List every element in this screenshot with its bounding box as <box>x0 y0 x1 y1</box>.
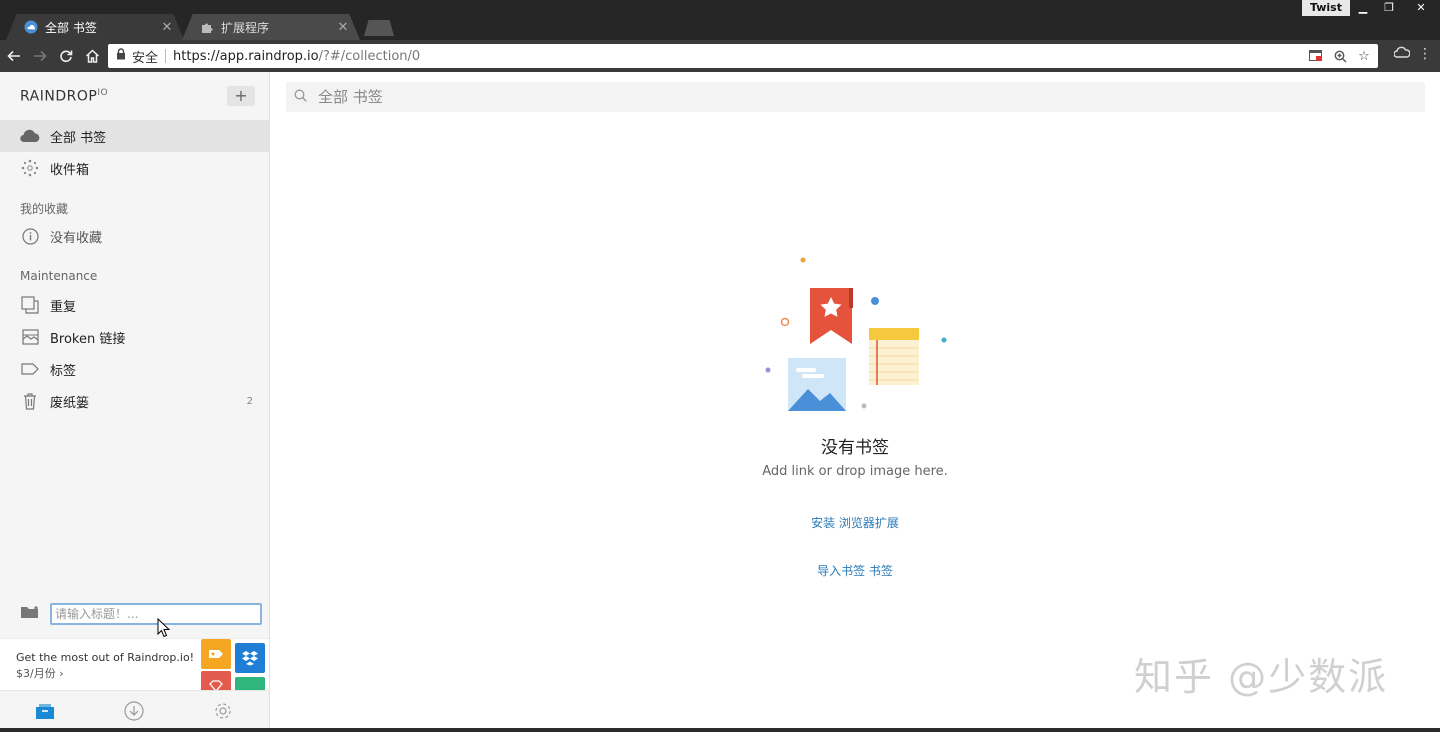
green-feature-icon <box>235 677 265 691</box>
url-host: https://app.raindrop.io <box>173 48 319 64</box>
minimize-icon[interactable]: ▁ <box>1350 0 1376 16</box>
brand-suffix: IO <box>97 88 109 98</box>
maintenance-heading: Maintenance <box>20 269 98 283</box>
address-bar[interactable]: 安全 https://app.raindrop.io/?#/collection… <box>108 44 1378 68</box>
star-icon[interactable]: ☆ <box>1356 47 1372 65</box>
promo-feature-tiles <box>200 639 266 691</box>
info-icon <box>20 226 40 246</box>
tab-all-bookmarks[interactable]: 全部 书签 ✕ <box>6 14 184 40</box>
close-icon[interactable]: ✕ <box>336 20 350 35</box>
puzzle-icon <box>200 20 214 34</box>
sidebar-item-duplicates[interactable]: 重复 <box>0 289 269 321</box>
empty-state-subtitle: Add link or drop image here. <box>762 464 948 479</box>
add-collection-button[interactable]: + <box>227 86 255 106</box>
brand-logo: RAINDROPIO <box>20 88 108 105</box>
folder-add-icon <box>20 605 40 623</box>
tag-icon <box>20 359 40 379</box>
sidebar-item-tags[interactable]: 标签 <box>0 353 269 385</box>
blocked-popup-icon[interactable] <box>1308 47 1324 65</box>
search-icon <box>294 89 310 106</box>
collections-icon[interactable] <box>33 699 57 723</box>
sidebar-item-label: 收件箱 <box>50 162 90 178</box>
import-bookmarks-link[interactable]: 导入书签 书签 <box>705 562 1005 579</box>
back-icon[interactable] <box>2 44 26 68</box>
sidebar-item-inbox[interactable]: 收件箱 <box>0 152 269 184</box>
search-bar[interactable] <box>286 82 1425 112</box>
broken-image-icon <box>20 327 40 347</box>
promo-price-link[interactable]: $3/月份 › <box>16 665 64 681</box>
maximize-icon[interactable]: ❐ <box>1376 0 1402 16</box>
zoom-icon[interactable] <box>1332 47 1348 65</box>
profile-button[interactable]: Twist <box>1301 0 1350 16</box>
trash-count: 2 <box>246 395 253 407</box>
lock-icon[interactable] <box>116 48 130 64</box>
trash-icon <box>20 391 40 411</box>
window-bottom-edge <box>0 728 1440 732</box>
sidebar-item-broken-links[interactable]: Broken 链接 <box>0 321 269 353</box>
raindrop-cloud-icon <box>24 20 38 34</box>
favorites-heading: 我的收藏 <box>20 202 69 216</box>
omnibox-actions: ☆ <box>1308 47 1372 65</box>
cloud-icon <box>20 126 40 146</box>
search-input[interactable] <box>318 88 1218 106</box>
download-icon[interactable] <box>122 699 146 723</box>
empty-state-title: 没有书签 <box>821 438 889 458</box>
install-extension-link[interactable]: 安装 浏览器扩展 <box>705 514 1005 531</box>
sidebar-item-trash[interactable]: 废纸篓 2 <box>0 385 269 417</box>
tab-title: 全部 书签 <box>45 20 97 35</box>
sidebar: RAINDROPIO + 全部 书签 收件箱 我的收藏 没有收藏 Mainten… <box>0 72 270 730</box>
empty-state-illustration <box>760 252 950 418</box>
menu-icon[interactable]: ⋮ <box>1418 46 1432 62</box>
gem-icon <box>201 671 231 691</box>
brand-name: RAINDROP <box>20 88 98 105</box>
tab-title: 扩展程序 <box>221 20 270 35</box>
promo-text: Get the most out of Raindrop.io! <box>16 651 195 664</box>
sidebar-item-label: 全部 书签 <box>50 130 107 146</box>
url-path: /?#/collection/0 <box>318 48 421 64</box>
sidebar-item-label: Broken 链接 <box>50 331 126 347</box>
reload-icon[interactable] <box>54 44 78 68</box>
dropbox-icon <box>235 643 265 673</box>
tag-feature-icon <box>201 639 231 669</box>
sidebar-bottom-bar <box>0 690 269 730</box>
new-tab-button[interactable] <box>364 20 394 36</box>
inbox-dots-icon <box>20 158 40 178</box>
settings-gear-icon[interactable] <box>211 699 235 723</box>
sidebar-item-label: 重复 <box>50 299 77 315</box>
new-collection-title-input[interactable] <box>50 603 262 625</box>
sidebar-item-label: 废纸篓 <box>50 395 90 411</box>
home-icon[interactable] <box>80 44 104 68</box>
favorites-empty-item: 没有收藏 <box>0 220 269 252</box>
watermark: 知乎 @少数派 <box>1134 655 1389 699</box>
browser-toolbar: 安全 https://app.raindrop.io/?#/collection… <box>0 40 1440 72</box>
secure-label: 安全 <box>132 50 159 66</box>
divider <box>165 49 167 63</box>
tab-extensions[interactable]: 扩展程序 ✕ <box>182 14 360 40</box>
close-icon[interactable]: ✕ <box>160 20 174 35</box>
duplicate-icon <box>20 295 40 315</box>
raindrop-extension-icon[interactable] <box>1393 46 1411 62</box>
sidebar-item-label: 标签 <box>50 363 77 379</box>
pro-upgrade-banner[interactable]: Get the most out of Raindrop.io! $3/月份 › <box>0 638 269 691</box>
new-collection-row <box>0 592 269 636</box>
browser-titlebar: 全部 书签 ✕ 扩展程序 ✕ Twist ▁ ❐ ✕ <box>0 0 1440 40</box>
sidebar-item-all-bookmarks[interactable]: 全部 书签 <box>0 120 269 152</box>
forward-icon[interactable] <box>28 44 52 68</box>
window-close-icon[interactable]: ✕ <box>1406 0 1436 16</box>
favorites-empty-label: 没有收藏 <box>50 230 103 246</box>
